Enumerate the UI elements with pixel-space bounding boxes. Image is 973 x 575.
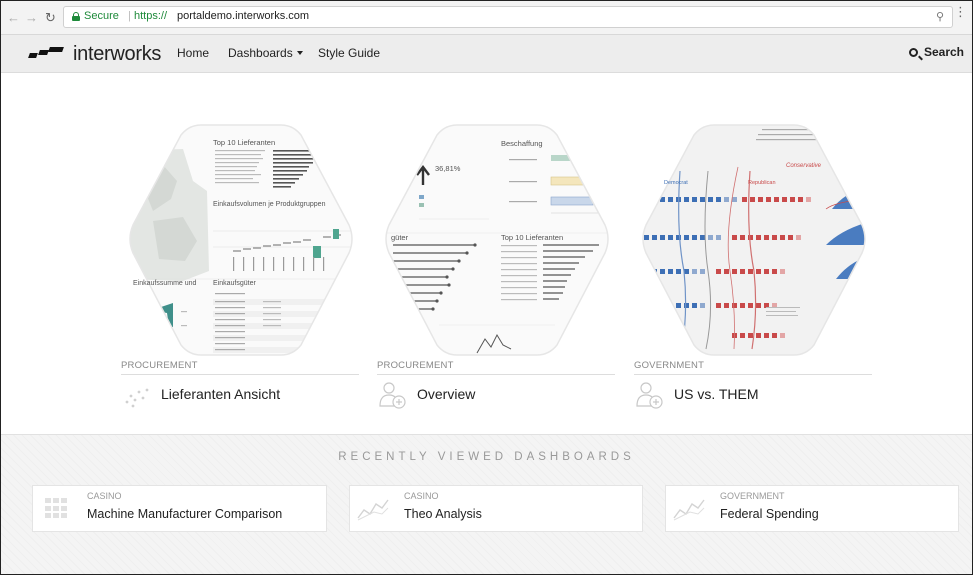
zoom-icon[interactable]: ⚲ — [936, 10, 944, 23]
card-title-row[interactable]: Overview — [377, 378, 475, 410]
thumb-label-top10: Top 10 Lieferanten — [213, 138, 276, 147]
card-category: PROCUREMENT — [121, 360, 359, 375]
search-button[interactable]: Search — [908, 45, 964, 59]
line-chart-icon — [666, 486, 712, 531]
browser-window: ← → ↻ Secure | https:// portaldemo.inter… — [0, 0, 973, 575]
card-title[interactable]: US vs. THEM — [674, 386, 759, 402]
reload-icon[interactable]: ↻ — [45, 10, 56, 26]
nav-home-link[interactable]: Home — [177, 46, 209, 60]
card-title-row[interactable]: US vs. THEM — [634, 378, 759, 410]
recently-viewed-section: RECENTLY VIEWED DASHBOARDS CASINO Machin… — [1, 434, 972, 574]
thumb-label-einkaufsgueter: Einkaufsgüter — [213, 280, 256, 287]
recently-viewed-heading: RECENTLY VIEWED DASHBOARDS — [338, 451, 635, 463]
recent-title[interactable]: Federal Spending — [720, 507, 819, 521]
recent-title[interactable]: Machine Manufacturer Comparison — [87, 507, 282, 521]
url-host: portaldemo.interworks.com — [177, 10, 310, 22]
card-title[interactable]: Overview — [417, 386, 475, 402]
card-category: GOVERNMENT — [634, 360, 872, 375]
thumb-label-einkaufssumme: Einkaufssumme und — [133, 280, 197, 287]
caret-down-icon — [296, 51, 303, 55]
scatter-dots-icon — [121, 378, 153, 410]
recent-category: CASINO — [404, 491, 439, 501]
lock-icon — [72, 12, 80, 21]
nav-dashboards-dropdown[interactable]: Dashboards — [228, 46, 303, 60]
logo[interactable]: interworks — [28, 41, 162, 67]
thumb-label-einkaufsvolumen: Einkaufsvolumen je Produktgruppen — [213, 201, 326, 208]
line-chart-icon — [350, 486, 396, 531]
secure-label: Secure — [84, 10, 119, 22]
browser-toolbar: ← → ↻ Secure | https:// portaldemo.inter… — [1, 1, 972, 35]
url-separator: | — [128, 10, 131, 22]
forward-icon[interactable]: → — [25, 10, 38, 25]
thumb-label-percentage: 36,81% — [435, 164, 461, 173]
card-title[interactable]: Lieferanten Ansicht — [161, 386, 280, 402]
thumb-label-democrat: Democrat — [664, 180, 688, 186]
featured-card-overview[interactable]: 36,81% Beschaffung Top 10 Lieferanten gü… — [377, 121, 615, 409]
address-bar[interactable]: Secure | https:// portaldemo.interworks.… — [63, 6, 953, 28]
back-icon[interactable]: ← — [7, 10, 20, 25]
recent-dashboard-card[interactable]: CASINO Theo Analysis — [349, 485, 643, 532]
search-label: Search — [923, 45, 964, 59]
logo-mark-icon — [28, 46, 69, 62]
thumb-label-republican: Republican — [748, 180, 776, 186]
thumb-label-conservative: Conservative — [786, 163, 822, 169]
card-category: PROCUREMENT — [377, 360, 615, 375]
users-icon — [377, 378, 409, 410]
browser-menu-icon[interactable]: ⋮ — [954, 5, 967, 18]
dashboard-thumbnail[interactable]: Top 10 Lieferanten Einkaufsvolumen je Pr… — [123, 121, 359, 359]
logo-text: interworks — [73, 42, 162, 65]
recent-thumb — [33, 486, 79, 531]
dashboard-thumbnail[interactable]: Conservative Republican Democrat — [636, 121, 872, 359]
thumb-label-gueter: güter — [391, 233, 409, 242]
featured-card-lieferanten[interactable]: Top 10 Lieferanten Einkaufsvolumen je Pr… — [121, 121, 359, 408]
users-icon — [634, 378, 666, 410]
recent-dashboard-card[interactable]: GOVERNMENT Federal Spending — [665, 485, 959, 532]
nav-style-guide-link[interactable]: Style Guide — [318, 46, 380, 60]
featured-card-us-vs-them[interactable]: Conservative Republican Democrat GOVERNM… — [634, 121, 872, 409]
recent-category: CASINO — [87, 491, 122, 501]
recent-dashboard-card[interactable]: CASINO Machine Manufacturer Comparison — [32, 485, 327, 532]
nav-dashboards-label: Dashboards — [228, 46, 293, 60]
card-title-row[interactable]: Lieferanten Ansicht — [121, 378, 280, 410]
thumb-label-beschaffung: Beschaffung — [501, 139, 543, 148]
search-icon — [908, 48, 918, 57]
thumb-label-top10: Top 10 Lieferanten — [501, 233, 564, 242]
url-protocol: https:// — [134, 10, 168, 22]
grid-icon — [45, 498, 69, 519]
dashboard-thumbnail[interactable]: 36,81% Beschaffung Top 10 Lieferanten gü… — [379, 121, 615, 359]
site-navbar: interworks Home Dashboards Style Guide S… — [1, 35, 972, 73]
recent-category: GOVERNMENT — [720, 491, 785, 501]
recent-title[interactable]: Theo Analysis — [404, 507, 482, 521]
